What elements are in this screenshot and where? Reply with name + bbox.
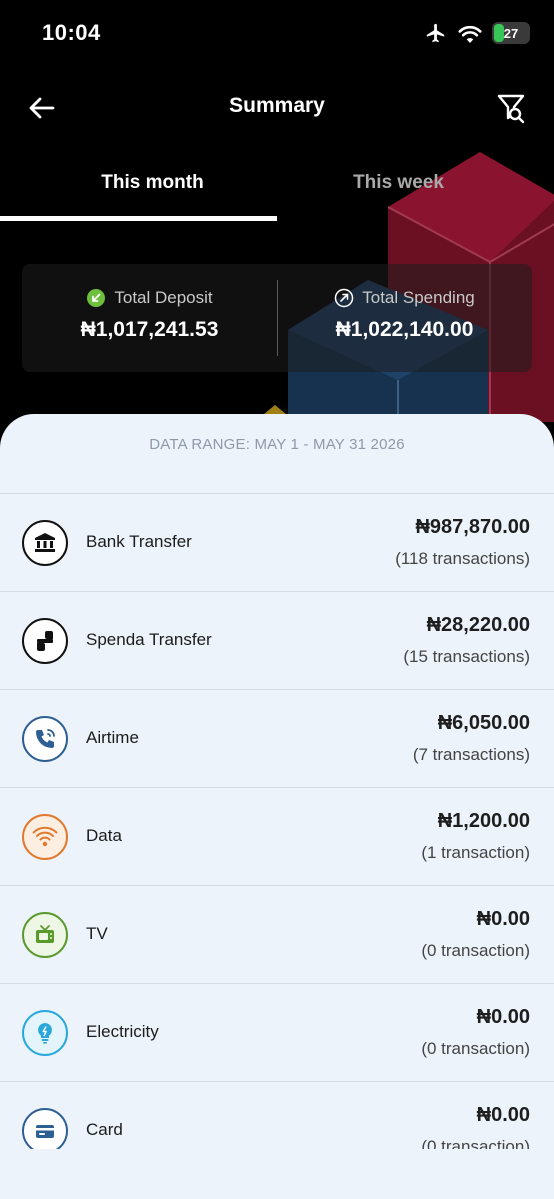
category-amount: ₦6,050.00 [437, 712, 530, 734]
status-icons: 27 [424, 22, 530, 44]
spending-value: ₦1,022,140.00 [335, 318, 474, 341]
date-range: DATA RANGE: MAY 1 - MAY 31 2026 [149, 436, 405, 453]
transaction-count: (7 transactions) [412, 745, 530, 764]
phone-call-icon [22, 716, 68, 762]
transaction-count: (0 transaction) [421, 941, 530, 960]
category-amount: ₦1,200.00 [437, 810, 530, 832]
transaction-count: (15 transactions) [403, 647, 530, 666]
category-amount: ₦987,870.00 [415, 516, 530, 538]
category-label: Data [86, 826, 122, 845]
category-label: Card [86, 1120, 123, 1139]
total-deposit: Total Deposit ₦1,017,241.53 [22, 288, 277, 342]
header: Summary [0, 80, 554, 136]
deposit-label: Total Deposit [114, 288, 213, 307]
status-time: 10:04 [42, 20, 101, 45]
category-label: TV [86, 924, 108, 943]
list-item[interactable]: Electricity ₦0.00 (0 transaction) [0, 984, 554, 1082]
wifi-icon [22, 814, 68, 860]
transaction-count: (1 transaction) [421, 843, 530, 862]
tv-icon [22, 912, 68, 958]
arrow-up-right-icon [335, 288, 354, 308]
tab-this-week[interactable]: This week [260, 172, 537, 194]
battery-level: 27 [503, 25, 519, 41]
list-item[interactable]: Data ₦1,200.00 (1 transaction) [0, 788, 554, 886]
category-amount: ₦0.00 [476, 908, 530, 930]
category-amount: ₦0.00 [476, 1006, 530, 1028]
list-item[interactable]: Card ₦0.00 (0 transaction) [0, 1082, 554, 1149]
category-label: Electricity [86, 1022, 159, 1041]
deposit-value: ₦1,017,241.53 [80, 318, 219, 341]
wifi-icon [458, 25, 482, 43]
page-title: Summary [229, 94, 325, 117]
category-label: Bank Transfer [86, 532, 192, 551]
category-amount: ₦28,220.00 [426, 614, 530, 636]
period-tabs: This month This week [0, 160, 554, 222]
list-item[interactable]: Airtime ₦6,050.00 (7 transactions) [0, 690, 554, 788]
airplane-icon [426, 23, 445, 43]
transaction-count: (0 transaction) [421, 1137, 530, 1149]
filter-search-icon[interactable] [496, 92, 526, 124]
spending-label: Total Spending [362, 288, 475, 307]
list-item[interactable]: Spenda Transfer ₦28,220.00 (15 transacti… [0, 592, 554, 690]
transaction-count: (118 transactions) [395, 549, 530, 568]
tab-this-month[interactable]: This month [14, 172, 291, 194]
bulb-icon [22, 1010, 68, 1056]
list-item[interactable]: Bank Transfer ₦987,870.00 (118 transacti… [0, 494, 554, 592]
category-amount: ₦0.00 [476, 1104, 530, 1126]
active-tab-indicator [0, 216, 277, 221]
spenda-logo-icon [22, 618, 68, 664]
battery-icon: 27 [492, 22, 530, 44]
status-bar: 10:04 27 [0, 0, 554, 70]
list-item[interactable]: TV ₦0.00 (0 transaction) [0, 886, 554, 984]
transaction-count: (0 transaction) [421, 1039, 530, 1058]
arrow-down-left-icon [87, 289, 106, 307]
bank-icon [22, 520, 68, 566]
total-spending: Total Spending ₦1,022,140.00 [277, 288, 532, 342]
summary-card: Total Deposit ₦1,017,241.53 Total Spendi… [22, 264, 532, 372]
breakdown-sheet: DATA RANGE: MAY 1 - MAY 31 2026 Bank Tra… [0, 414, 554, 1199]
category-label: Airtime [86, 728, 139, 747]
card-icon [22, 1108, 68, 1149]
category-label: Spenda Transfer [86, 630, 212, 649]
category-list: Bank Transfer ₦987,870.00 (118 transacti… [0, 493, 554, 1149]
